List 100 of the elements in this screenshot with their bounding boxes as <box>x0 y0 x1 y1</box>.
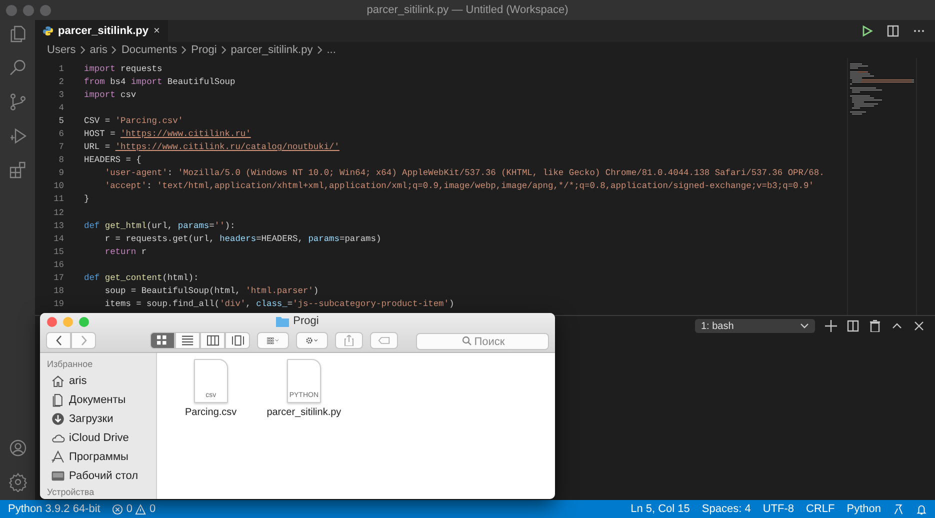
breadcrumb-item[interactable]: aris <box>90 44 108 56</box>
line-number: 2 <box>58 76 64 87</box>
sidebar-item[interactable]: Загрузки <box>47 409 156 428</box>
breadcrumb-item[interactable]: Progi <box>191 44 217 56</box>
sidebar-item[interactable]: Рабочий стол <box>47 466 156 485</box>
feedback-icon[interactable] <box>893 504 904 514</box>
status-item[interactable]: CRLF <box>806 503 835 515</box>
chevron-right-icon <box>220 46 227 54</box>
group-button[interactable] <box>257 332 289 348</box>
code-line: CSV = 'Parcing.csv' <box>84 116 184 126</box>
status-item[interactable]: Ln 5, Col 15 <box>630 503 690 515</box>
breadcrumb-item[interactable]: ... <box>326 44 336 56</box>
code-line: from bs4 import BeautifulSoup <box>84 76 236 87</box>
line-number: 11 <box>52 194 64 204</box>
sidebar-item[interactable]: Программы <box>47 447 156 466</box>
breadcrumb-item[interactable]: Users <box>47 44 76 56</box>
home-icon <box>51 374 65 388</box>
code-line: HEADERS = { <box>84 155 142 166</box>
download-icon <box>51 412 65 426</box>
sidebar-item[interactable]: Документы <box>47 390 156 409</box>
code-line: import requests <box>84 64 162 74</box>
chevron-right-icon <box>181 46 188 54</box>
line-number: 1 <box>58 64 64 74</box>
terminal-selector[interactable]: 1: bash <box>695 319 815 333</box>
grid-icon <box>156 334 168 346</box>
line-number: 7 <box>58 142 64 152</box>
action-button[interactable] <box>296 332 328 348</box>
caret-icon <box>800 323 809 329</box>
line-number: 6 <box>58 129 64 140</box>
gear-dropdown-icon <box>306 334 318 346</box>
line-number: 9 <box>58 168 64 178</box>
code-line: import csv <box>84 90 136 100</box>
trash-icon[interactable] <box>869 320 881 332</box>
sidebar-item[interactable]: iCloud Drive <box>47 428 156 447</box>
back-button[interactable] <box>46 332 71 348</box>
code-line: 'accept': 'text/html,application/xhtml+xml,application/xml;q=0.9,image/webp,image/apng,*/*;q=0.8,application/signed-exchange;v=b3;q=0.9' <box>104 181 814 192</box>
status-item[interactable]: Spaces: 4 <box>702 503 751 515</box>
code-line: URL = 'https://www.citilink.ru/catalog/noutbuki/' <box>84 142 340 152</box>
view-mode-button[interactable] <box>175 332 200 348</box>
breadcrumb-item[interactable]: parcer_sitilink.py <box>230 44 313 56</box>
run-icon[interactable] <box>862 25 873 37</box>
gallery-icon <box>232 334 244 346</box>
code-line: r = requests.get(url, headers=HEADERS, params=params) <box>104 234 382 244</box>
chevron-right-icon <box>80 46 86 54</box>
view-mode-button[interactable] <box>225 332 250 348</box>
error-icon[interactable] <box>112 504 124 514</box>
status-item[interactable]: Python <box>846 503 881 515</box>
breadcrumb-item[interactable]: Documents <box>121 44 178 56</box>
error-count[interactable]: 0 <box>126 503 132 515</box>
line-number: 5 <box>58 116 64 126</box>
code-line: def get_html(url, params=''): <box>84 220 236 231</box>
window-close-button[interactable] <box>47 317 57 327</box>
warning-count[interactable]: 0 <box>149 503 156 515</box>
account-icon[interactable] <box>8 438 28 458</box>
applications-icon <box>51 450 65 464</box>
more-icon[interactable] <box>913 29 925 33</box>
close-icon[interactable] <box>913 320 925 332</box>
settings-icon[interactable] <box>8 472 28 492</box>
sidebar-heading: Избранное <box>47 359 94 369</box>
line-number: 4 <box>58 102 64 113</box>
share-icon <box>343 334 355 346</box>
source-control-icon[interactable] <box>8 92 28 112</box>
status-item[interactable]: UTF-8 <box>762 503 794 515</box>
columns-icon <box>206 334 218 346</box>
line-number: 10 <box>52 181 64 192</box>
split-editor-icon[interactable] <box>887 25 899 37</box>
interpreter-status[interactable]: Python 3.9.2 64-bit <box>8 503 100 515</box>
grid-dropdown-icon <box>267 334 279 346</box>
line-number: 13 <box>52 220 64 231</box>
sidebar-item[interactable]: aris <box>47 371 156 390</box>
warning-icon[interactable] <box>135 504 146 514</box>
bell-icon[interactable] <box>916 504 927 514</box>
run-debug-icon[interactable] <box>8 126 28 146</box>
plus-icon[interactable] <box>825 320 837 332</box>
view-mode-button[interactable] <box>150 332 175 348</box>
search-icon[interactable] <box>8 58 28 78</box>
sidebar-heading: Устройства <box>47 487 96 497</box>
split-terminal-icon[interactable] <box>847 320 859 332</box>
code-line: items = soup.find_all('div', class_='js--subcategory-product-item') <box>104 299 454 310</box>
line-number: 12 <box>52 208 64 218</box>
folder-icon <box>276 316 290 326</box>
extensions-icon[interactable] <box>8 160 28 180</box>
python-icon <box>43 26 53 36</box>
desktop-icon <box>51 468 65 482</box>
editor-tab[interactable]: parcer_sitilink.py × <box>35 20 168 42</box>
window-title: parcer_sitilink.py — Untitled (Workspace) <box>366 4 568 16</box>
share-button[interactable] <box>335 332 363 348</box>
line-number: 17 <box>52 273 64 284</box>
line-number: 18 <box>52 286 64 296</box>
line-number: 14 <box>52 234 64 244</box>
code-line: HOST = 'https://www.citilink.ru' <box>84 129 251 140</box>
code-line: return r <box>104 246 147 257</box>
search-field[interactable]: Поиск <box>416 333 549 350</box>
code-line: soup = BeautifulSoup(html, 'html.parser') <box>104 286 319 296</box>
tag-icon <box>378 334 390 346</box>
view-mode-button[interactable] <box>200 332 225 348</box>
file-name[interactable]: parcer_sitilink.py <box>266 407 342 418</box>
line-number: 15 <box>52 246 64 257</box>
file-name[interactable]: Parcing.csv <box>185 407 237 418</box>
code-line: } <box>84 194 90 204</box>
